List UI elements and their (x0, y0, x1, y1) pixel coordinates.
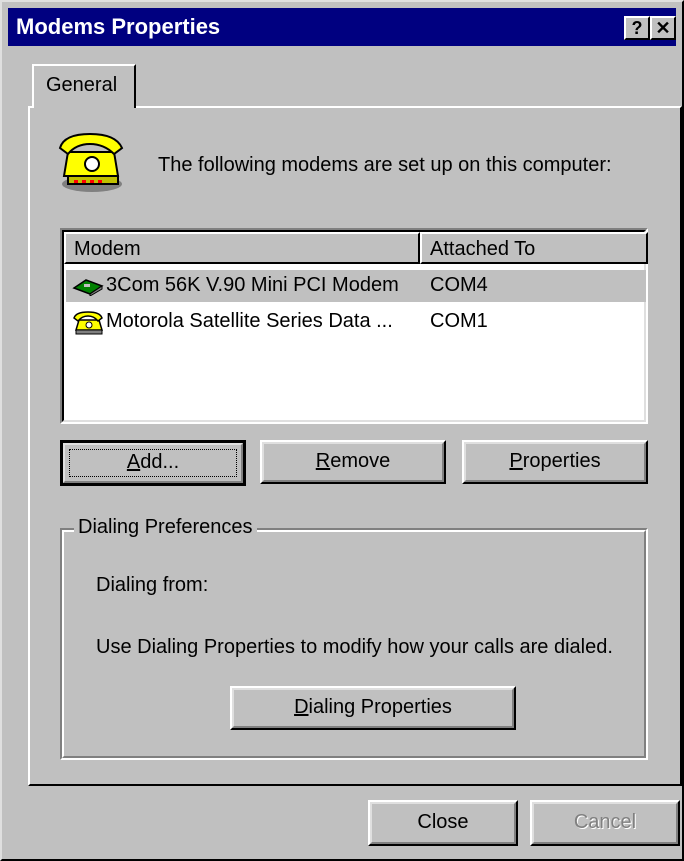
add-button-label: dd... (140, 451, 180, 473)
help-button[interactable]: ? (624, 16, 650, 40)
properties-button-accel: P (509, 450, 523, 472)
list-item[interactable]: Motorola Satellite Series Data ... COM1 (66, 306, 646, 338)
add-button-accel: A (126, 451, 141, 473)
window-title: Modems Properties (16, 14, 221, 39)
remove-button-label: emove (330, 450, 391, 472)
intro-text: The following modems are set up on this … (158, 154, 612, 176)
add-button[interactable]: Add... (60, 440, 246, 486)
close-button-label: Close (417, 811, 469, 833)
title-bar[interactable]: Modems Properties ? ✕ (8, 8, 676, 46)
cancel-button-label: Cancel (573, 811, 637, 833)
modem-card-icon (72, 279, 104, 296)
properties-button[interactable]: Properties (462, 440, 648, 484)
remove-button[interactable]: Remove (260, 440, 446, 484)
modem-name: Motorola Satellite Series Data ... (106, 310, 393, 332)
dialing-properties-accel: D (294, 696, 309, 718)
close-window-button[interactable]: ✕ (650, 16, 676, 40)
modem-name: 3Com 56K V.90 Mini PCI Modem (106, 274, 399, 296)
dialing-from-label: Dialing from: (96, 574, 209, 596)
modem-port: COM4 (430, 274, 488, 296)
column-header-attached-to[interactable]: Attached To (420, 232, 648, 264)
dialing-info-text: Use Dialing Properties to modify how you… (96, 636, 613, 658)
dialing-properties-button[interactable]: Dialing Properties (230, 686, 516, 730)
dialing-properties-label: ialing Properties (308, 696, 452, 718)
remove-button-accel: R (315, 450, 331, 472)
tab-general[interactable]: General (32, 64, 136, 108)
modems-properties-window: Modems Properties ? ✕ General The follow… (0, 0, 684, 861)
cancel-button[interactable]: Cancel (530, 800, 680, 846)
list-item[interactable]: 3Com 56K V.90 Mini PCI Modem COM4 (66, 270, 646, 302)
close-button[interactable]: Close (368, 800, 518, 846)
telephone-icon (58, 132, 124, 192)
properties-button-label: roperties (522, 450, 601, 472)
tab-general-label: General (46, 74, 118, 96)
column-header-modem[interactable]: Modem (64, 232, 420, 264)
modem-port: COM1 (430, 310, 488, 332)
telephone-modem-icon (73, 311, 104, 335)
modem-list[interactable]: Modem Attached To 3Com 56K V.90 Mini PCI… (60, 228, 648, 424)
dialing-preferences-title: Dialing Preferences (74, 516, 257, 539)
